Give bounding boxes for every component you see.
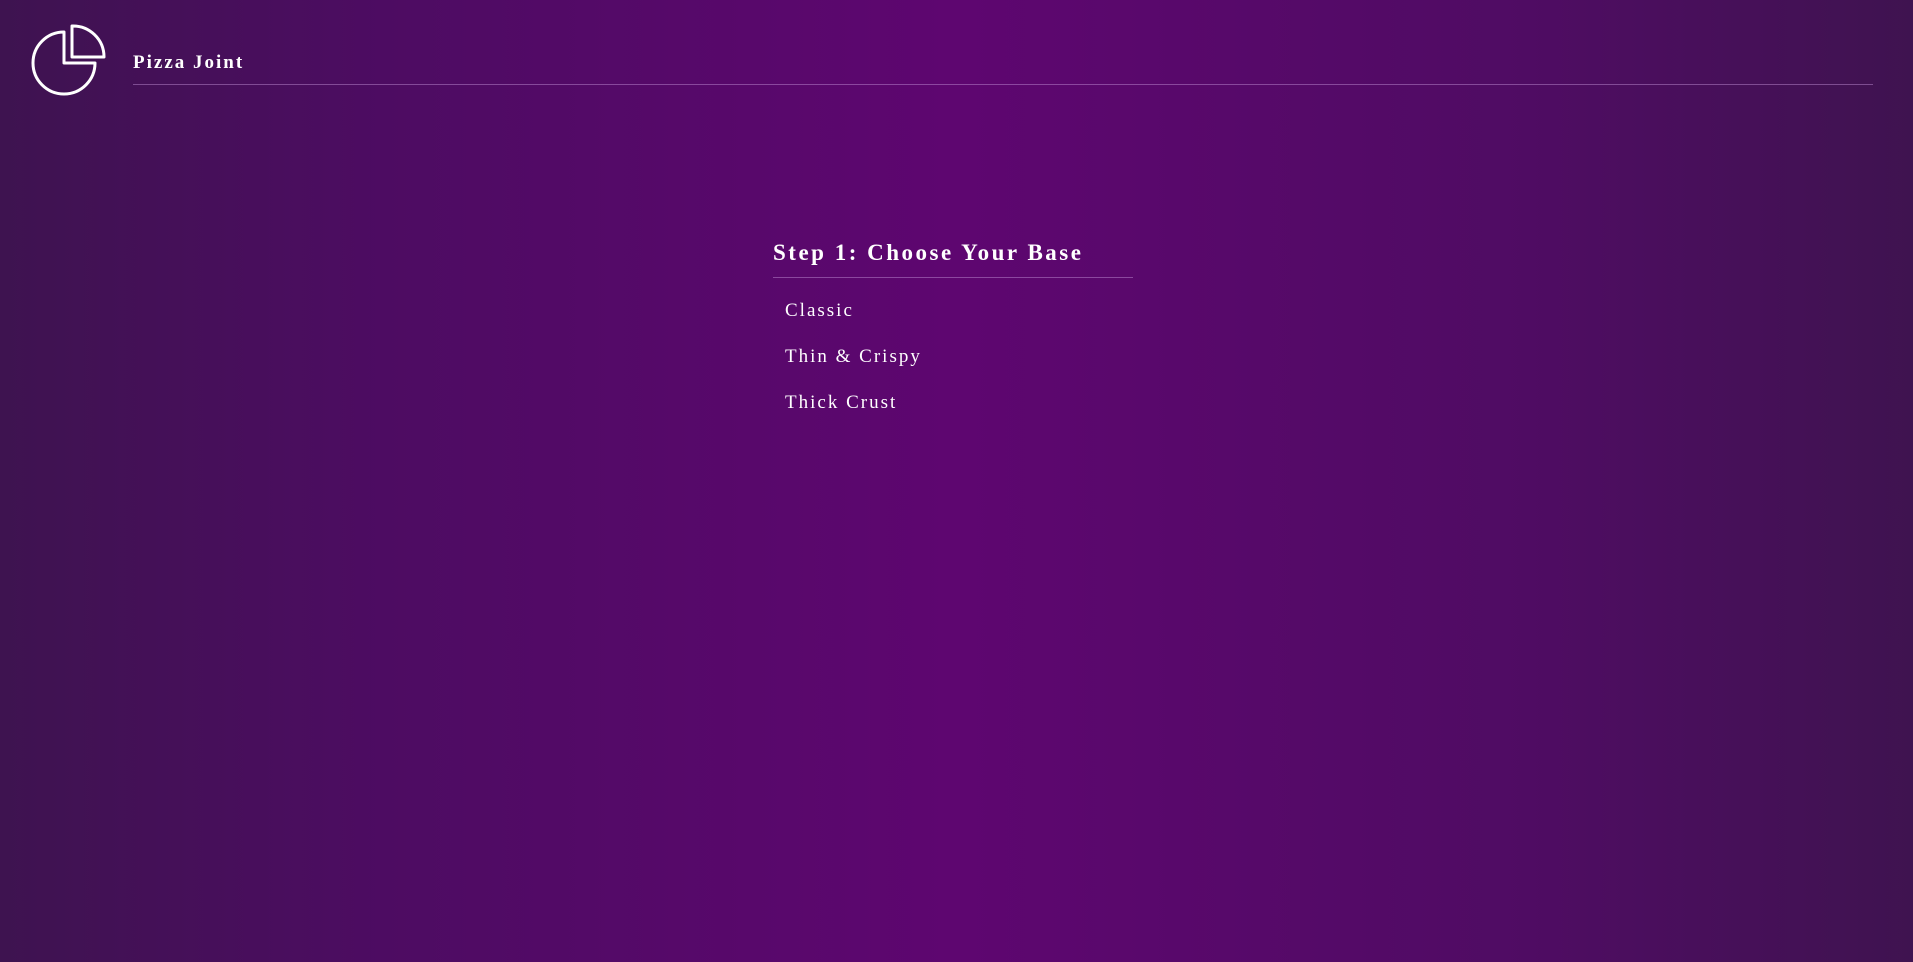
base-options-list: Classic Thin & Crispy Thick Crust bbox=[773, 288, 1133, 426]
base-option-classic[interactable]: Classic bbox=[773, 288, 1133, 334]
pie-chart-icon bbox=[31, 24, 106, 96]
base-step-section: Step 1: Choose Your Base Classic Thin & … bbox=[773, 240, 1133, 426]
brand-name: Pizza Joint bbox=[133, 52, 245, 73]
header-divider bbox=[133, 84, 1873, 85]
base-option-thin-crispy[interactable]: Thin & Crispy bbox=[773, 334, 1133, 380]
step-title: Step 1: Choose Your Base bbox=[773, 240, 1133, 278]
base-option-thick-crust[interactable]: Thick Crust bbox=[773, 380, 1133, 426]
